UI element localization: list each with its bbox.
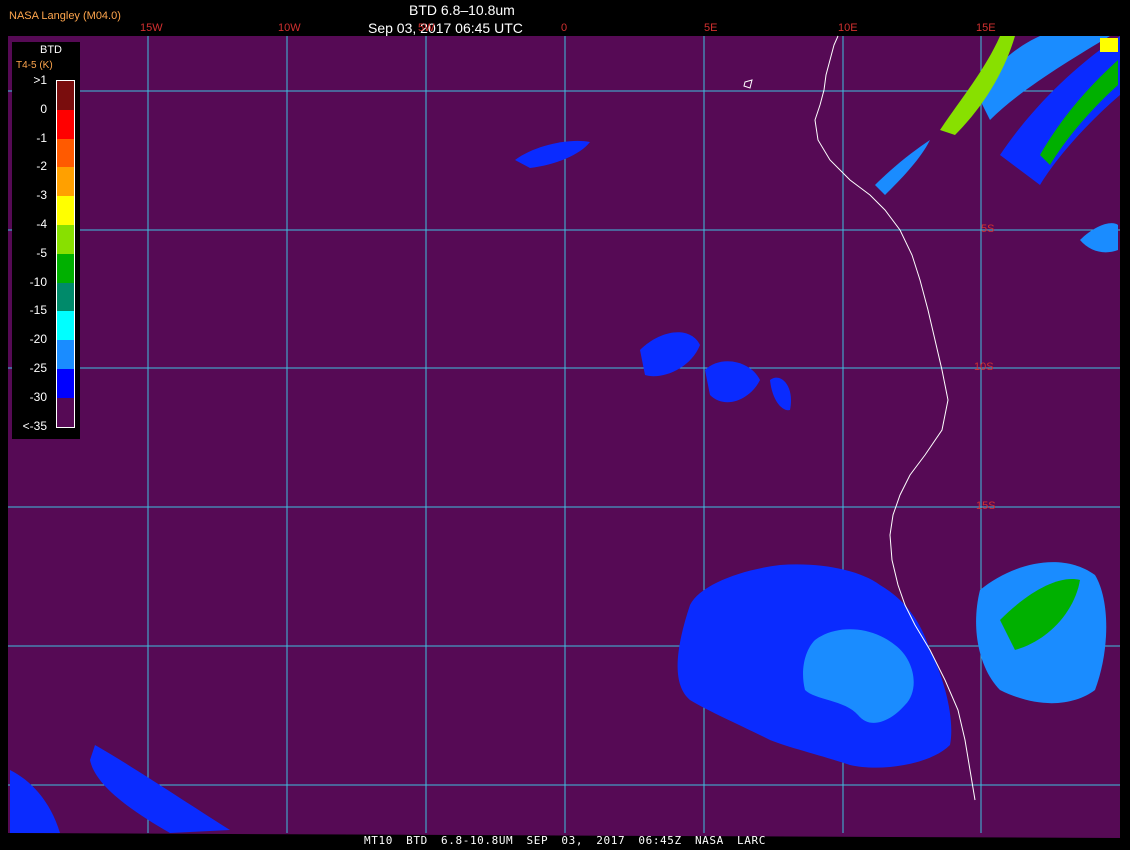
- legend-color-swatch: [57, 167, 74, 197]
- lat-label-5s: 5S: [981, 223, 995, 235]
- legend-tick-label: -15: [29, 303, 47, 318]
- legend-colorbar: [56, 80, 75, 428]
- timestamp: Sep 03, 2017 06:45 UTC: [368, 20, 523, 36]
- legend-color-swatch: [57, 109, 74, 139]
- legend-tick-label: -10: [29, 274, 47, 289]
- legend-tick-label: -5: [36, 245, 47, 260]
- lat-label-15s: 15S: [976, 500, 996, 512]
- legend-color-swatch: [57, 196, 74, 225]
- legend-color-swatch: [57, 138, 74, 168]
- lon-label-15w: 15W: [140, 22, 163, 34]
- color-legend: BTD T4-5 (K) >1 0 -1 -2 -3 -4 -5 -10 -15 -20 -25 -3…: [12, 42, 80, 439]
- legend-tick-label: -30: [29, 389, 47, 404]
- legend-tick-label: -3: [36, 188, 47, 203]
- legend-tick-label: -2: [36, 159, 47, 174]
- legend-tick-label: -25: [29, 361, 47, 375]
- legend-title: BTD: [40, 44, 62, 56]
- legend-color-swatch: [57, 311, 74, 341]
- legend-tick-label: -20: [29, 332, 47, 347]
- credit-label: NASA Langley (M04.0): [9, 10, 121, 22]
- legend-color-swatch: [57, 224, 74, 254]
- legend-tick-label: <-35: [22, 418, 47, 433]
- legend-tick-label: -4: [36, 217, 47, 231]
- ne-yellow-core: [1100, 38, 1118, 52]
- lon-label-10e: 10E: [838, 22, 858, 34]
- legend-tick-label: >1: [33, 73, 47, 87]
- legend-subtitle: T4-5 (K): [16, 60, 53, 71]
- lon-label-0: 0: [561, 22, 568, 34]
- satellite-map: [8, 35, 1120, 838]
- legend-color-swatch: [57, 340, 74, 369]
- product-title: BTD 6.8–10.8um: [409, 2, 515, 18]
- legend-tick-label: 0: [40, 101, 47, 116]
- lon-label-5w: 5W: [418, 22, 435, 34]
- legend-color-swatch: [57, 397, 74, 427]
- footer-caption: MT10 BTD 6.8-10.8UM SEP 03, 2017 06:45Z …: [364, 834, 766, 847]
- lat-label-10s: 10S: [974, 361, 994, 373]
- legend-color-swatch: [57, 253, 74, 283]
- lon-label-15e: 15E: [976, 22, 996, 34]
- legend-color-swatch: [57, 282, 74, 312]
- legend-color-swatch: [57, 81, 74, 110]
- legend-color-swatch: [57, 368, 74, 398]
- legend-tick-label: -1: [36, 130, 47, 145]
- lon-label-5e: 5E: [704, 22, 718, 34]
- lon-label-10w: 10W: [278, 22, 301, 34]
